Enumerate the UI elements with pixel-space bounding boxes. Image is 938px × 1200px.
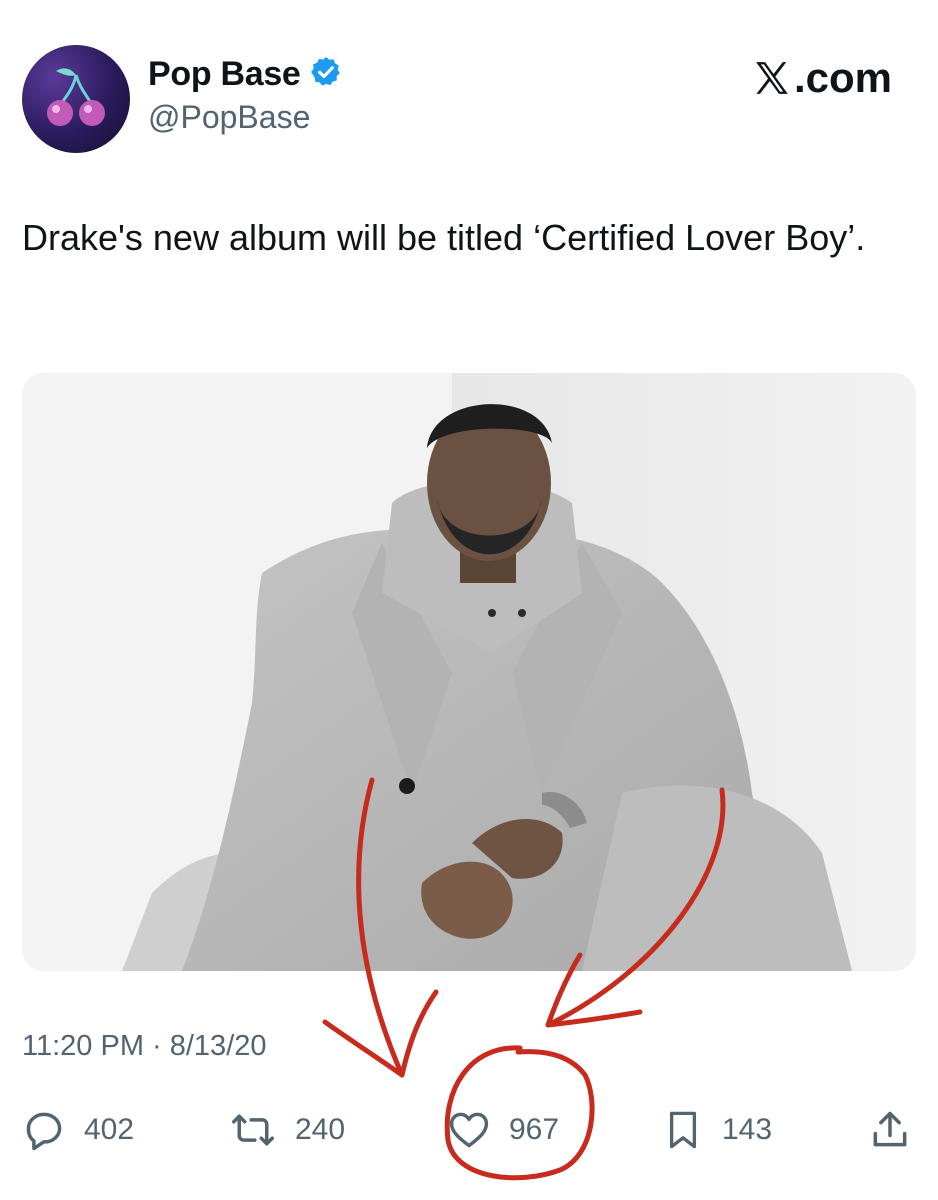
bookmark-icon (669, 1111, 697, 1149)
x-logo: .com (752, 54, 892, 102)
avatar[interactable] (22, 45, 130, 153)
cherry-icon (47, 68, 105, 126)
repost-icon (232, 1114, 274, 1146)
bookmark-button[interactable]: 143 (662, 1108, 772, 1152)
reply-count: 402 (84, 1113, 135, 1146)
x-icon (756, 62, 788, 94)
share-icon (873, 1111, 907, 1147)
author-handle[interactable]: @PopBase (148, 99, 310, 136)
action-bar: 402 240 967 143 (22, 1108, 922, 1158)
tweet-photo[interactable] (22, 373, 916, 971)
tweet-text: Drake's new album will be titled ‘Certif… (22, 217, 866, 258)
brand-text: .com (793, 54, 892, 101)
reply-button[interactable]: 402 (22, 1108, 134, 1152)
share-button[interactable] (868, 1108, 912, 1152)
reply-icon (26, 1112, 62, 1151)
like-button[interactable]: 967 (447, 1108, 559, 1152)
author-name-row: Pop Base (148, 55, 343, 94)
display-name[interactable]: Pop Base (148, 55, 301, 94)
heart-icon (449, 1112, 489, 1148)
bookmark-count: 143 (722, 1113, 773, 1146)
tweet-timestamp[interactable]: 11:20 PM · 8/13/20 (22, 1030, 267, 1063)
repost-button[interactable]: 240 (229, 1108, 345, 1152)
repost-count: 240 (295, 1113, 346, 1146)
like-count: 967 (509, 1113, 560, 1146)
verified-badge-icon (309, 55, 343, 94)
photo-illustration (22, 373, 916, 971)
